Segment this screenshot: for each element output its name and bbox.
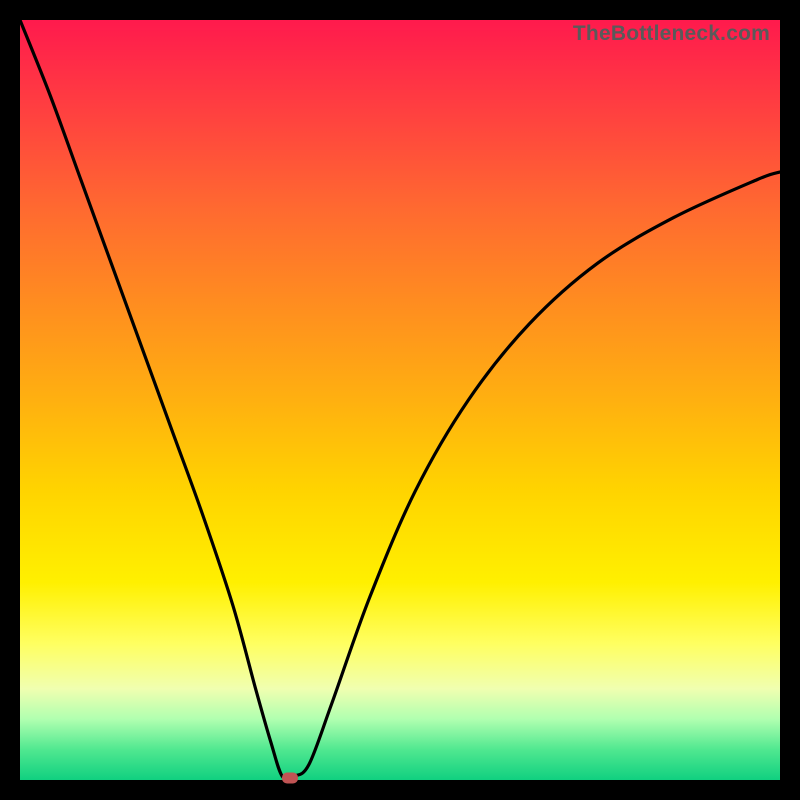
bottleneck-curve	[20, 20, 780, 780]
chart-frame: TheBottleneck.com	[0, 0, 800, 800]
min-marker	[282, 772, 298, 783]
plot-area: TheBottleneck.com	[20, 20, 780, 780]
